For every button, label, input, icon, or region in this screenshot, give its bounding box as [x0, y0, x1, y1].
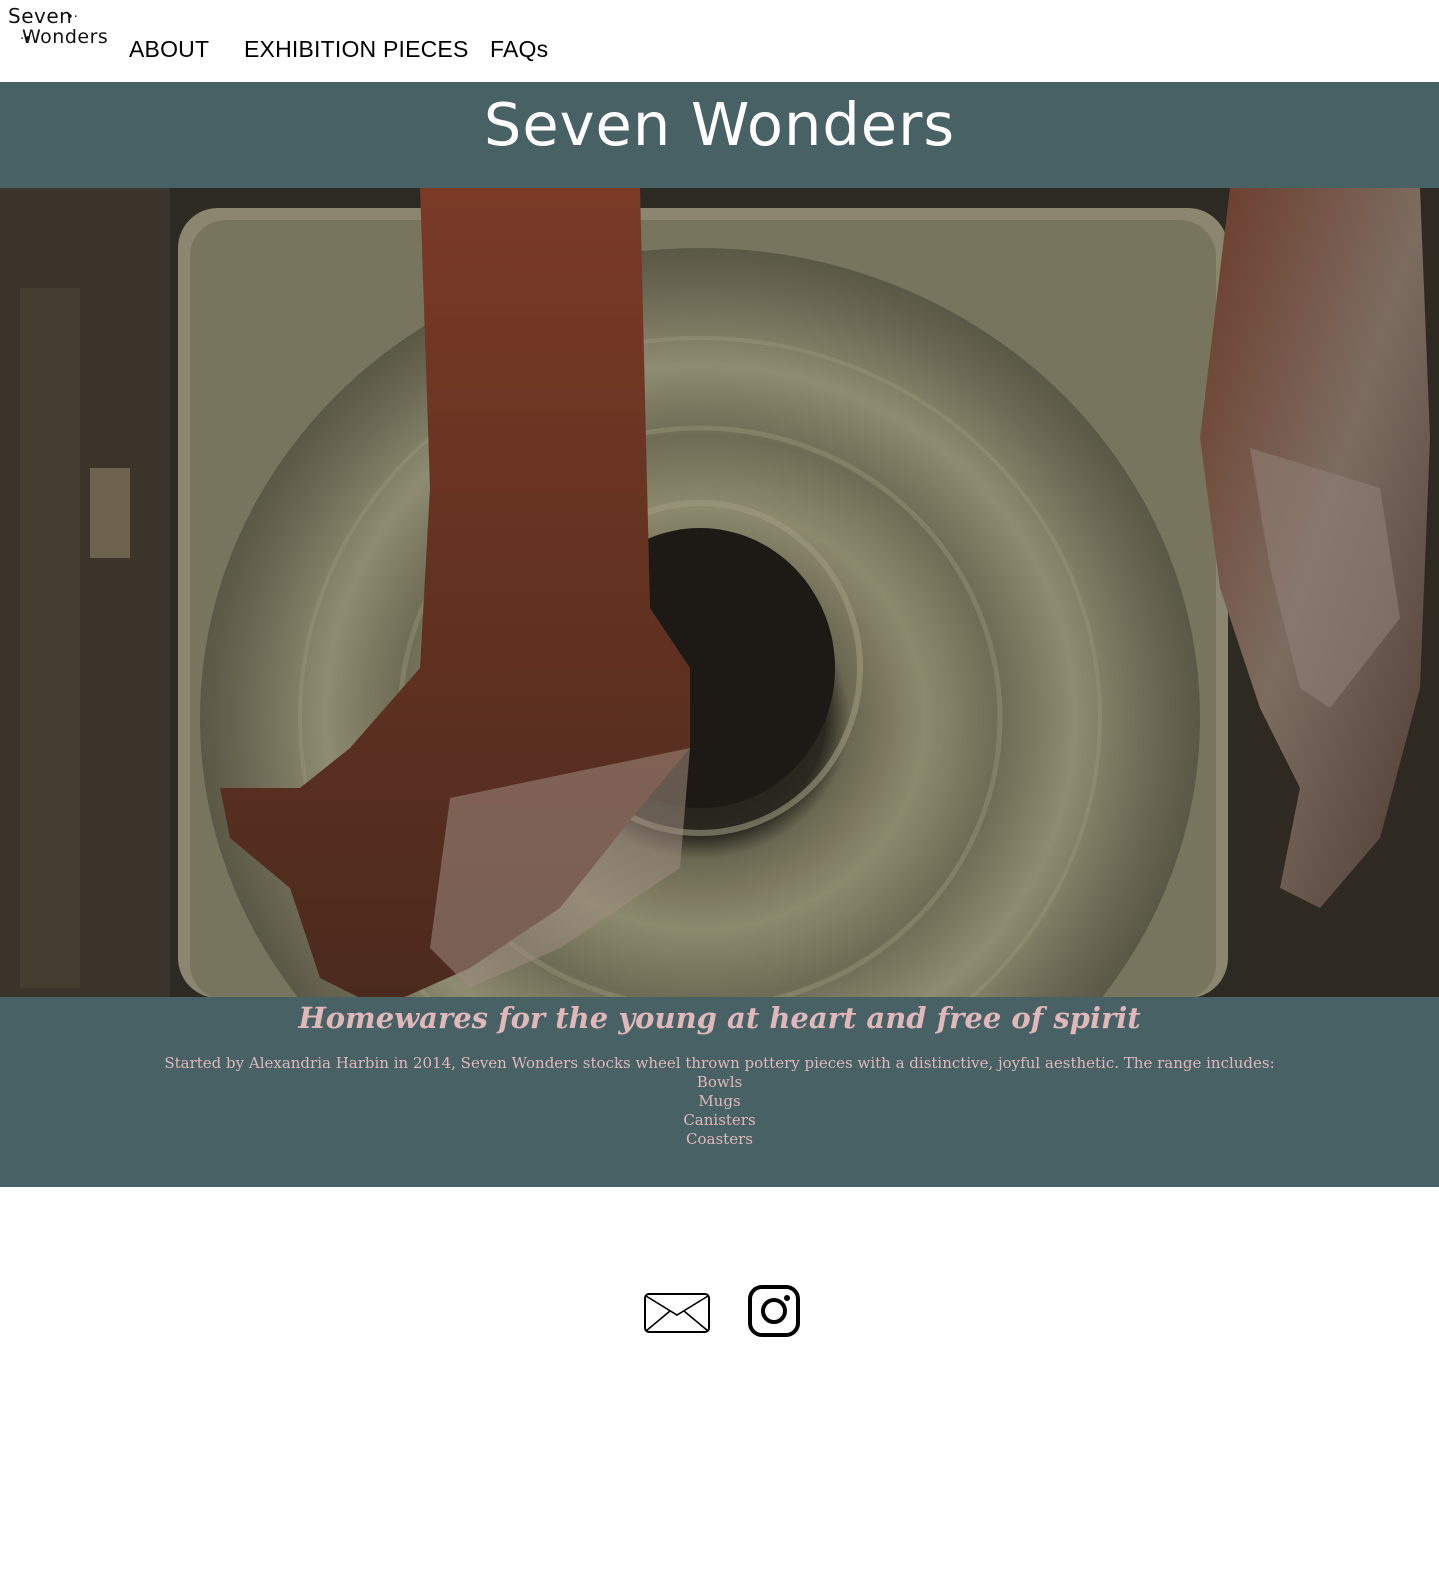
list-item: Canisters — [683, 1111, 756, 1129]
nav-faqs-link[interactable]: FAQs — [490, 36, 548, 63]
list-item: Bowls — [696, 1073, 743, 1091]
tagline: Homewares for the young at heart and fre… — [298, 1001, 1141, 1035]
about-section: Homewares for the young at heart and fre… — [0, 997, 1439, 1187]
pottery-wheel-image — [0, 188, 1439, 997]
page-title: Seven Wonders — [483, 90, 956, 159]
list-item: Coasters — [686, 1130, 753, 1148]
email-link[interactable] — [643, 1291, 711, 1335]
product-range-list: Bowls Mugs Canisters Coasters — [0, 1073, 1439, 1149]
hero-image — [0, 188, 1439, 997]
footer-social-links — [0, 1285, 1439, 1345]
nav-about-link[interactable]: ABOUT — [129, 36, 209, 63]
logo-line-seven: Seven — [8, 4, 73, 28]
nav-exhibition-pieces-link[interactable]: EXHIBITION PIECES — [244, 36, 469, 63]
top-navigation-bar: Seven •· ·• Wonders ABOUT EXHIBITION PIE… — [0, 0, 1439, 82]
instagram-icon — [748, 1285, 800, 1337]
logo-dots: •· — [66, 10, 78, 25]
logo-line-wonders: Wonders — [22, 26, 109, 48]
list-item: Mugs — [698, 1092, 741, 1110]
instagram-link[interactable] — [748, 1285, 800, 1337]
description-text: Started by Alexandria Harbin in 2014, Se… — [164, 1054, 1275, 1072]
title-banner: Seven Wonders — [0, 82, 1439, 188]
mail-icon — [644, 1293, 710, 1333]
site-logo[interactable]: Seven •· ·• Wonders — [8, 4, 112, 54]
